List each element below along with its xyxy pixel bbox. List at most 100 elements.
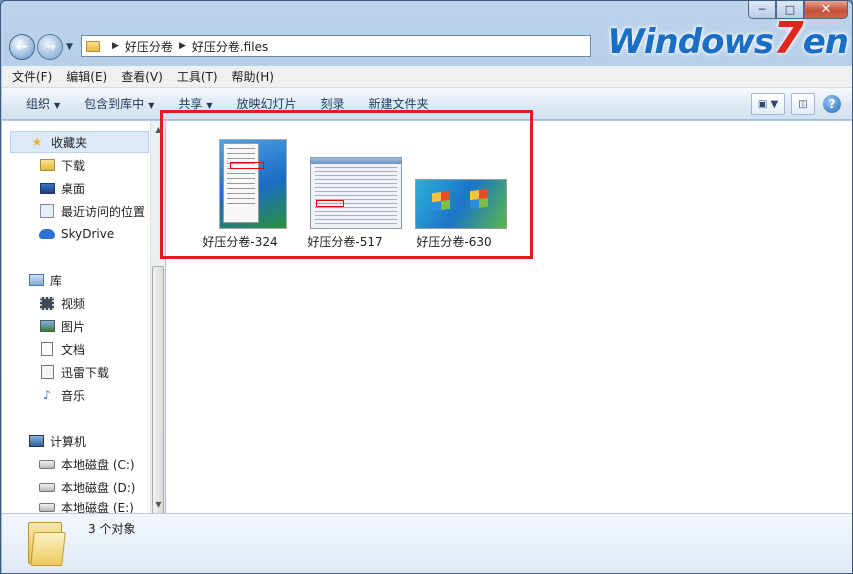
- chevron-down-icon: ▼: [148, 101, 155, 110]
- menu-tools[interactable]: 工具(T): [177, 68, 218, 85]
- sidebar-group-label: 收藏夹: [51, 135, 88, 150]
- include-library-button[interactable]: 包含到库中 ▼: [84, 95, 154, 112]
- sidebar-item-drive-c[interactable]: 本地磁盘 (C:): [39, 453, 135, 475]
- sidebar-item-label: 视频: [61, 296, 86, 311]
- organize-button[interactable]: 组织 ▼: [26, 95, 60, 112]
- file-item-517[interactable]: 好压分卷-517: [290, 129, 402, 249]
- sidebar-scrollbar[interactable]: ▲ ▼: [150, 121, 166, 528]
- sidebar-group-label: 计算机: [50, 434, 87, 449]
- scroll-down-arrow-icon[interactable]: ▼: [151, 497, 166, 512]
- brand-seven: 7: [773, 13, 804, 64]
- burn-button[interactable]: 刻录: [321, 95, 345, 112]
- chevron-down-icon: ▼: [66, 42, 73, 52]
- menu-view[interactable]: 查看(V): [121, 68, 163, 85]
- sidebar-item-label: 本地磁盘 (D:): [61, 480, 136, 495]
- sidebar-item-documents[interactable]: 文档: [39, 338, 85, 360]
- image-thumbnail-icon: [310, 157, 402, 229]
- recent-pages-dropdown[interactable]: ▼: [66, 42, 73, 52]
- close-button[interactable]: ✕: [804, 1, 848, 19]
- sidebar-item-label: SkyDrive: [61, 227, 115, 241]
- sidebar-item-label: 迅雷下载: [61, 365, 110, 380]
- chevron-right-icon[interactable]: ▶: [112, 41, 119, 51]
- star-icon: ★: [31, 135, 43, 149]
- download-library-icon: [40, 365, 54, 379]
- sidebar-item-label: 图片: [61, 319, 86, 334]
- folder-icon: [86, 40, 100, 52]
- cloud-icon: [39, 229, 55, 239]
- sidebar-item-label: 本地磁盘 (E:): [61, 501, 134, 513]
- brand-prefix: Windows: [607, 22, 774, 62]
- music-note-icon: ♪: [43, 388, 51, 402]
- sidebar-group-computer[interactable]: 计算机: [28, 430, 86, 452]
- file-item-324[interactable]: 好压分卷-324: [185, 129, 295, 249]
- desktop-icon: [39, 182, 55, 194]
- folder-icon: [28, 522, 66, 566]
- image-thumbnail-icon: [415, 179, 507, 229]
- arrow-left-icon: ←: [16, 39, 28, 55]
- scroll-up-arrow-icon[interactable]: ▲: [151, 122, 166, 137]
- item-count: 3 个对象: [88, 522, 136, 536]
- new-folder-button[interactable]: 新建文件夹: [369, 95, 429, 112]
- file-item-630[interactable]: 好压分卷-630: [399, 129, 509, 249]
- minimize-button[interactable]: ─: [748, 1, 776, 19]
- sidebar-group-favorites[interactable]: ★ 收藏夹: [10, 131, 149, 153]
- picture-icon: [39, 320, 55, 332]
- file-name: 好压分卷-324: [202, 235, 278, 249]
- caption-buttons: ─ □ ✕: [748, 1, 848, 19]
- sidebar-item-pictures[interactable]: 图片: [39, 315, 85, 337]
- sidebar-item-videos[interactable]: 视频: [39, 292, 85, 314]
- breadcrumb-item[interactable]: 好压分卷: [125, 38, 173, 55]
- maximize-button[interactable]: □: [776, 1, 804, 19]
- forward-button[interactable]: →: [37, 34, 63, 60]
- computer-icon: [28, 435, 44, 447]
- chevron-right-icon[interactable]: ▶: [179, 41, 186, 51]
- sidebar-item-music[interactable]: ♪ 音乐: [39, 384, 85, 406]
- sidebar-item-label: 本地磁盘 (C:): [61, 457, 135, 472]
- file-name: 好压分卷-517: [307, 235, 383, 249]
- title-bar[interactable]: Windows7en ─ □ ✕: [1, 1, 852, 64]
- preview-pane-icon: ◫: [798, 98, 808, 110]
- sidebar-item-drive-e[interactable]: 本地磁盘 (E:): [39, 499, 134, 513]
- navigation-row: ← → ▼: [9, 33, 73, 61]
- breadcrumb-item[interactable]: 好压分卷.files: [192, 38, 268, 55]
- menu-help[interactable]: 帮助(H): [232, 68, 274, 85]
- back-button[interactable]: ←: [9, 34, 35, 60]
- drive-icon: [39, 502, 55, 512]
- sidebar-group-label: 库: [50, 273, 63, 288]
- drive-icon: [39, 482, 55, 492]
- include-library-label: 包含到库中: [84, 97, 145, 111]
- sidebar-item-label: 音乐: [61, 388, 86, 403]
- scrollbar-thumb[interactable]: [152, 266, 164, 528]
- image-thumbnail-icon: [219, 139, 287, 229]
- share-button[interactable]: 共享 ▼: [178, 95, 212, 112]
- chevron-down-icon: ▼: [54, 101, 61, 110]
- sidebar-group-libraries[interactable]: 库: [28, 269, 62, 291]
- preview-pane-button[interactable]: ◫: [791, 93, 815, 115]
- menu-file[interactable]: 文件(F): [12, 68, 52, 85]
- sidebar-item-downloads[interactable]: 下载: [39, 154, 85, 176]
- view-icon: ▣: [757, 98, 768, 110]
- sidebar-item-thunder-downloads[interactable]: 迅雷下载: [39, 361, 109, 383]
- document-icon: [41, 342, 53, 356]
- brand-watermark: Windows7en: [607, 13, 849, 64]
- address-bar[interactable]: ▶ 好压分卷 ▶ 好压分卷.files: [81, 35, 591, 57]
- sidebar-item-recent-places[interactable]: 最近访问的位置: [39, 200, 145, 222]
- slideshow-button[interactable]: 放映幻灯片: [237, 95, 297, 112]
- menu-edit[interactable]: 编辑(E): [66, 68, 107, 85]
- help-button[interactable]: ?: [821, 93, 843, 115]
- sidebar-item-desktop[interactable]: 桌面: [39, 177, 85, 199]
- system-drive-icon: [39, 459, 55, 469]
- navigation-pane[interactable]: ★ 收藏夹 下载 桌面 最近访问的位置 SkyDrive 库 视频 图片 文档 …: [2, 121, 150, 513]
- file-list-area[interactable]: 好压分卷-324 好压分卷-517 好压分卷-630: [166, 121, 852, 513]
- file-name: 好压分卷-630: [416, 235, 492, 249]
- change-view-button[interactable]: ▣ ▼: [751, 93, 785, 115]
- chevron-down-icon: ▼: [206, 101, 213, 110]
- sidebar-item-skydrive[interactable]: SkyDrive: [39, 223, 114, 245]
- view-controls: ▣ ▼ ◫ ?: [745, 93, 843, 115]
- details-pane: 3 个对象: [2, 513, 852, 573]
- organize-label: 组织: [26, 97, 51, 111]
- sidebar-item-label: 文档: [61, 342, 86, 357]
- sidebar-item-label: 最近访问的位置: [61, 204, 146, 219]
- menu-bar: 文件(F) 编辑(E) 查看(V) 工具(T) 帮助(H): [2, 66, 852, 88]
- sidebar-item-drive-d[interactable]: 本地磁盘 (D:): [39, 476, 135, 498]
